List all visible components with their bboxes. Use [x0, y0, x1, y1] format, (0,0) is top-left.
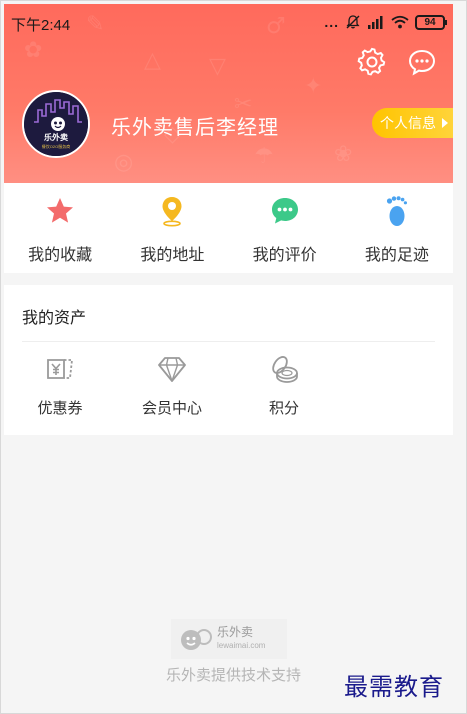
quick-item-address[interactable]: 我的地址 [116, 183, 228, 273]
quick-item-label: 我的收藏 [28, 247, 93, 264]
footer-logo: 乐外卖 lewaimai.com [171, 619, 287, 659]
battery-icon: 94 [415, 14, 447, 30]
watermark: 最需教育 [344, 673, 444, 701]
quick-item-favorites[interactable]: 我的收藏 [4, 183, 116, 273]
chat-bubble-icon [408, 49, 436, 76]
asset-item-coupons[interactable]: 优惠券 [4, 353, 116, 418]
profile-info-label: 个人信息 [380, 115, 436, 131]
more-dots-icon: ... [324, 14, 339, 30]
coins-icon [272, 356, 298, 383]
comment-icon [271, 198, 298, 224]
location-pin-icon [162, 197, 182, 227]
quick-item-label: 我的足迹 [364, 247, 429, 264]
status-icons: ... 94 [324, 12, 447, 32]
status-time: 下午2:44 [11, 17, 71, 34]
avatar-brand-text: 乐外卖 [44, 133, 68, 142]
assets-section: 我的资产 优惠券 会员中心 积分 [4, 285, 453, 435]
diamond-icon [158, 357, 186, 382]
quick-item-label: 我的评价 [252, 247, 317, 264]
quick-item-label: 我的地址 [140, 247, 205, 264]
footer-logo-name: 乐外卖 [217, 625, 254, 639]
messages-button[interactable] [407, 47, 437, 77]
asset-item-label: 积分 [268, 400, 299, 417]
footprint-icon [386, 196, 407, 226]
avatar[interactable]: 乐外卖 餐饮O2O服务商 [22, 90, 90, 158]
coupon-icon [47, 359, 74, 379]
star-icon [47, 198, 74, 223]
settings-button[interactable] [357, 47, 387, 77]
decor-pattern-icon: ▽ [209, 54, 226, 79]
section-title: 我的资产 [22, 310, 87, 327]
quick-menu: 我的收藏 我的地址 我的评价 我的足迹 [4, 183, 453, 273]
username: 乐外卖售后李经理 [111, 117, 279, 139]
avatar-tagline: 餐饮O2O服务商 [41, 144, 71, 149]
asset-item-membership[interactable]: 会员中心 [116, 353, 228, 418]
footer-logo-text: 乐外卖 lewaimai.com [217, 626, 265, 652]
asset-item-points[interactable]: 积分 [228, 353, 340, 418]
gear-icon [357, 47, 386, 76]
quick-item-footprints[interactable]: 我的足迹 [341, 183, 453, 273]
signal-icon [368, 16, 383, 29]
profile-header: ✿ ✎ △ ▽ ♂ ✦ ✂ ◇ ☂ ❀ ◎ 下午2:44 ... 94 乐外卖 … [4, 4, 453, 183]
profile-info-button[interactable]: 个人信息 [372, 108, 453, 138]
decor-pattern-icon: ✦ [304, 74, 323, 99]
chevron-right-icon [442, 118, 448, 128]
asset-item-label: 优惠券 [37, 400, 83, 417]
status-bar: 下午2:44 ... 94 [4, 4, 453, 40]
phone-screen: ✿ ✎ △ ▽ ♂ ✦ ✂ ◇ ☂ ❀ ◎ 下午2:44 ... 94 乐外卖 … [0, 0, 467, 714]
divider [22, 341, 435, 342]
wifi-icon [391, 15, 409, 29]
decor-pattern-icon: ❀ [334, 142, 353, 167]
footer-logo-domain: lewaimai.com [217, 641, 266, 650]
decor-pattern-icon: ☂ [254, 144, 274, 169]
quick-item-reviews[interactable]: 我的评价 [229, 183, 341, 273]
mute-bell-icon [346, 15, 360, 29]
asset-item-label: 会员中心 [141, 400, 202, 417]
decor-pattern-icon: ✿ [24, 38, 43, 63]
decor-pattern-icon: ◎ [114, 150, 134, 175]
decor-pattern-icon: △ [144, 48, 161, 73]
brand-logo-icon [181, 629, 212, 650]
